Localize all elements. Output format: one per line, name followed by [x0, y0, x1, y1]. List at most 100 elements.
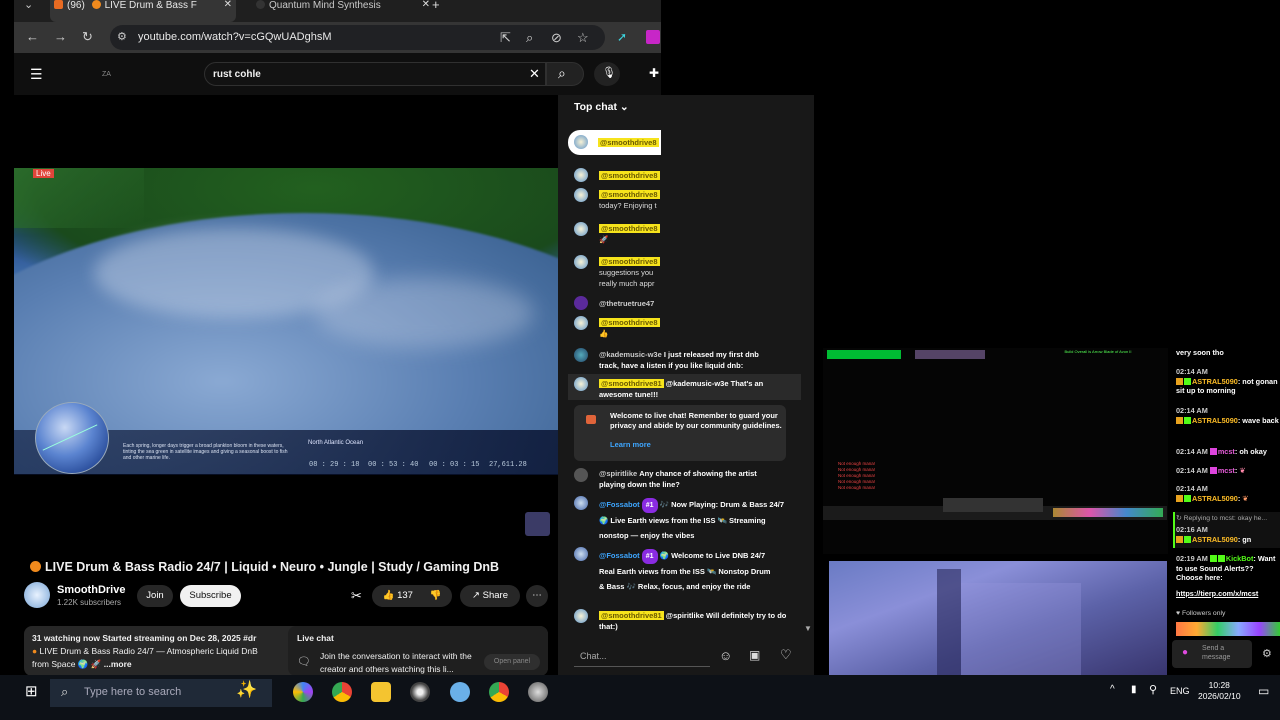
avatar: [574, 348, 588, 362]
url-text[interactable]: youtube.com/watch?v=cGQwUADghsM: [138, 31, 332, 43]
stream-chat-link[interactable]: https://tierp.com/x/mcst: [1176, 589, 1258, 598]
taskbar-clock[interactable]: 10:28 2026/02/10: [1198, 680, 1241, 702]
clip-icon[interactable]: ✂: [351, 588, 362, 604]
copilot-icon[interactable]: [293, 682, 313, 702]
badge-icon: [1184, 377, 1191, 385]
search-box[interactable]: rust cohle ✕: [204, 62, 546, 86]
badge-icon: [1184, 535, 1191, 543]
stream-chat-user[interactable]: mcst: [1218, 447, 1235, 456]
chat-username[interactable]: @smoothdrive8: [599, 318, 660, 327]
tab-live-drum-bass[interactable]: (96) LIVE Drum & Bass F ✕: [50, 0, 236, 22]
chat-message: @smoothdrive8 today? Enjoying t: [599, 189, 661, 211]
send-message-input[interactable]: ● Send a message: [1172, 640, 1252, 668]
stream-chat-user[interactable]: mcst: [1218, 466, 1235, 475]
chat-username[interactable]: @kademusic-w3e: [599, 350, 662, 359]
top-chat-dropdown[interactable]: Top chat ⌄: [574, 101, 629, 113]
eye-off-icon[interactable]: ⊘: [551, 30, 562, 46]
snip-tool-icon[interactable]: [450, 682, 470, 702]
close-icon[interactable]: ✕: [422, 0, 430, 10]
badge-icon: [1176, 494, 1183, 502]
chat-username[interactable]: @smoothdrive81: [599, 379, 664, 388]
avatar: [574, 296, 588, 310]
stream-chat-user[interactable]: ASTRAL5090: [1192, 535, 1238, 544]
open-panel-button[interactable]: Open panel: [484, 654, 540, 670]
chat-username[interactable]: @thetruetrue47: [599, 299, 654, 308]
live-chat-panel-card: Live chat 🗨 Join the conversation to int…: [288, 626, 548, 676]
stream-chat-user[interactable]: KickBot: [1226, 554, 1254, 563]
chat-username[interactable]: @smoothdrive8: [598, 138, 659, 147]
chat-username[interactable]: @smoothdrive8: [599, 190, 660, 199]
avatar[interactable]: [24, 582, 50, 608]
share-icon: ↗: [472, 590, 483, 601]
windows-start-icon[interactable]: ⊞: [25, 682, 38, 700]
back-icon[interactable]: ←: [26, 29, 39, 44]
subscribe-button[interactable]: Subscribe: [180, 585, 241, 607]
stream-chat-user[interactable]: ASTRAL5090: [1192, 416, 1238, 425]
stream-chat-line: ↻ Replying to mcst: okay he...: [1176, 515, 1268, 522]
network-icon[interactable]: ⚲: [1149, 683, 1157, 696]
emoji-icon[interactable]: ☺: [719, 648, 732, 663]
reload-icon[interactable]: ↻: [82, 29, 93, 45]
chrome-icon[interactable]: [332, 682, 352, 702]
extension-icon[interactable]: ➚: [617, 30, 627, 44]
language-indicator[interactable]: ENG: [1170, 686, 1190, 696]
mic-icon[interactable]: ▮: [1131, 684, 1137, 695]
green-caption: Build Overall is Arrow Blade of Avon II: [1064, 349, 1132, 354]
like-button[interactable]: 👍 137 👎: [372, 585, 452, 607]
chat-username[interactable]: @smoothdrive8: [599, 224, 660, 233]
tray-chevron-icon[interactable]: ^: [1110, 684, 1115, 695]
tab-search-icon[interactable]: ⌄: [24, 0, 33, 11]
close-icon[interactable]: ✕: [224, 0, 232, 10]
stream-chat-user[interactable]: ASTRAL5090: [1192, 377, 1238, 386]
obs-icon[interactable]: [410, 682, 430, 702]
emote-icon: ❦: [1242, 493, 1249, 503]
share-button[interactable]: ↗ Share: [460, 585, 520, 607]
stream-chat-user[interactable]: ASTRAL5090: [1192, 494, 1238, 503]
search-button[interactable]: ⌕: [546, 62, 584, 86]
youtube-logo[interactable]: ZA: [102, 71, 111, 78]
menu-icon[interactable]: ☰: [30, 66, 43, 83]
install-icon[interactable]: ⇱: [500, 30, 511, 46]
app-icon[interactable]: [528, 682, 548, 702]
learn-more-link[interactable]: Learn more: [610, 440, 651, 449]
notification-icon[interactable]: ▭: [1258, 684, 1269, 698]
forward-icon[interactable]: →: [54, 29, 67, 44]
chrome-profile-icon[interactable]: [489, 682, 509, 702]
chat-username[interactable]: @Fossabot: [599, 500, 640, 509]
chat-username[interactable]: @smoothdrive81: [599, 611, 664, 620]
stream-chat-time: 02:19 AM: [1176, 554, 1208, 563]
settings-gear-icon[interactable]: ⚙: [1262, 647, 1272, 660]
new-tab-button[interactable]: +: [432, 0, 440, 12]
voice-search-button[interactable]: 🎙: [594, 62, 620, 86]
file-explorer-icon[interactable]: [371, 682, 391, 702]
chat-username[interactable]: @smoothdrive8: [599, 171, 660, 180]
skill-bar[interactable]: [823, 498, 1167, 520]
chat-username[interactable]: @Fossabot: [599, 551, 640, 560]
search-input[interactable]: rust cohle: [213, 69, 261, 80]
game-viewport[interactable]: Build Overall is Arrow Blade of Avon II …: [823, 348, 1168, 554]
more-actions-button[interactable]: ⋯: [526, 585, 548, 607]
pinned-message[interactable]: @smoothdrive8: [568, 130, 661, 155]
super-chat-icon[interactable]: ▣: [749, 648, 760, 662]
site-info-icon[interactable]: ⚙: [117, 30, 127, 43]
bookmark-star-icon[interactable]: ☆: [577, 30, 589, 46]
join-button[interactable]: Join: [137, 585, 173, 607]
clear-search-icon[interactable]: ✕: [529, 66, 540, 82]
create-icon[interactable]: ✚: [649, 66, 659, 80]
tab-quantum-mind[interactable]: Quantum Mind Synthesis ✕: [246, 0, 434, 22]
overlay-caption: Each spring, longer days trigger a broad…: [123, 443, 288, 461]
chat-input[interactable]: Chat...: [574, 645, 710, 667]
extension-pink-icon[interactable]: [646, 30, 660, 44]
sparkle-icon[interactable]: ✨: [236, 680, 257, 700]
scroll-down-icon[interactable]: ▼: [804, 624, 812, 633]
emote-bar[interactable]: [1176, 622, 1280, 636]
heart-icon[interactable]: ♡: [780, 647, 792, 663]
zoom-icon[interactable]: ⌕: [526, 30, 533, 46]
stream-chat-line: https://tierp.com/x/mcst: [1176, 589, 1280, 599]
chat-username[interactable]: @smoothdrive8: [599, 257, 660, 266]
channel-watermark[interactable]: [525, 512, 550, 536]
show-more-link[interactable]: ...more: [104, 659, 132, 669]
channel-name[interactable]: SmoothDrive: [57, 584, 125, 596]
thumbs-down-icon[interactable]: 👎: [430, 590, 442, 601]
chat-username[interactable]: @spiritlike: [599, 469, 637, 478]
